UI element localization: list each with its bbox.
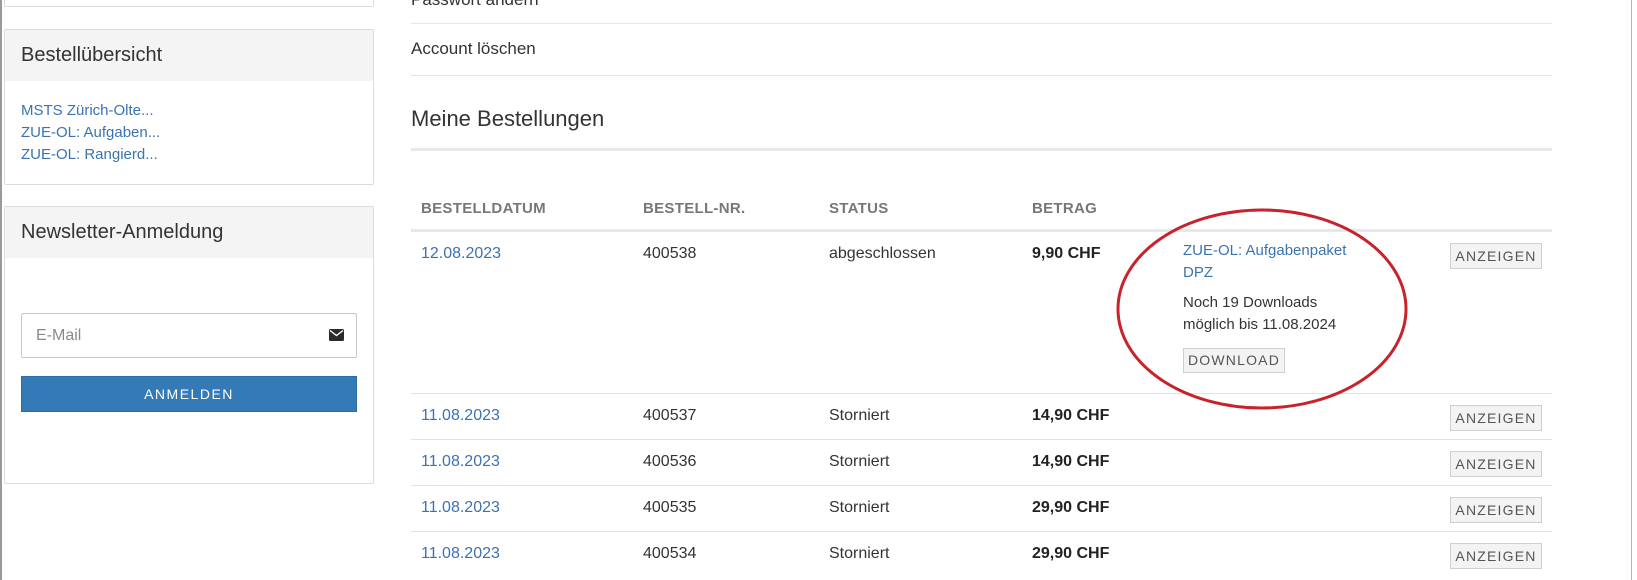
order-link-msts[interactable]: MSTS Zürich-Olte... bbox=[21, 100, 357, 122]
order-link-aufgaben[interactable]: ZUE-OL: Aufgaben... bbox=[21, 122, 357, 144]
order-amount: 29,90 CHF bbox=[1032, 499, 1110, 516]
order-date[interactable]: 12.08.2023 bbox=[421, 245, 501, 263]
show-order-button[interactable]: ANZEIGEN bbox=[1450, 451, 1542, 477]
table-row: 11.08.2023 400536 Storniert 14,90 CHF AN… bbox=[411, 440, 1552, 486]
order-overview-panel: Bestellübersicht MSTS Zürich-Olte... ZUE… bbox=[4, 29, 374, 185]
email-field[interactable] bbox=[22, 314, 312, 357]
table-row: 11.08.2023 400537 Storniert 14,90 CHF AN… bbox=[411, 394, 1552, 440]
show-order-button[interactable]: ANZEIGEN bbox=[1450, 405, 1542, 431]
table-row: 11.08.2023 400534 Storniert 29,90 CHF AN… bbox=[411, 532, 1552, 578]
orders-title: Meine Bestellungen bbox=[411, 106, 605, 131]
order-date[interactable]: 11.08.2023 bbox=[421, 545, 500, 563]
download-info: Noch 19 Downloads möglich bis 11.08.2024 bbox=[1183, 294, 1337, 333]
menu-change-password[interactable]: Passwort ändern bbox=[411, 0, 1552, 24]
order-amount: 14,90 CHF bbox=[1032, 407, 1110, 424]
order-number: 400535 bbox=[643, 499, 697, 516]
order-amount: 9,90 CHF bbox=[1032, 245, 1101, 262]
orders-title-divider bbox=[411, 148, 1552, 151]
order-number: 400536 bbox=[643, 453, 697, 470]
envelope-icon bbox=[329, 329, 344, 341]
download-button[interactable]: DOWNLOAD bbox=[1183, 348, 1285, 373]
sidebar-panel-top-cutoff bbox=[4, 0, 374, 7]
order-link-rangierd[interactable]: ZUE-OL: Rangierd... bbox=[21, 144, 357, 166]
email-field-wrapper bbox=[21, 313, 357, 358]
order-status: abgeschlossen bbox=[829, 245, 936, 262]
newsletter-panel: Newsletter-Anmeldung ANMELDEN bbox=[4, 206, 374, 484]
order-number: 400537 bbox=[643, 407, 697, 424]
order-date[interactable]: 11.08.2023 bbox=[421, 499, 500, 517]
order-status: Storniert bbox=[829, 407, 890, 424]
order-amount: 14,90 CHF bbox=[1032, 453, 1110, 470]
order-date[interactable]: 11.08.2023 bbox=[421, 407, 500, 425]
order-status: Storniert bbox=[829, 499, 890, 516]
newsletter-title: Newsletter-Anmeldung bbox=[5, 207, 373, 258]
column-header-amount[interactable]: BETRAG bbox=[1032, 200, 1097, 217]
show-order-button[interactable]: ANZEIGEN bbox=[1450, 543, 1542, 569]
subscribe-button[interactable]: ANMELDEN bbox=[21, 376, 357, 412]
order-overview-title: Bestellübersicht bbox=[5, 30, 373, 81]
column-header-status[interactable]: STATUS bbox=[829, 200, 889, 217]
order-status: Storniert bbox=[829, 453, 890, 470]
column-header-number[interactable]: BESTELL-NR. bbox=[643, 200, 745, 217]
column-header-date[interactable]: BESTELLDATUM bbox=[421, 200, 546, 217]
window-left-edge bbox=[0, 0, 2, 580]
show-order-button[interactable]: ANZEIGEN bbox=[1450, 497, 1542, 523]
show-order-button[interactable]: ANZEIGEN bbox=[1450, 243, 1542, 269]
page-right-edge bbox=[1631, 0, 1632, 580]
menu-delete-account[interactable]: Account löschen bbox=[411, 24, 1552, 76]
product-link[interactable]: ZUE-OL: Aufgabenpaket DPZ bbox=[1183, 240, 1373, 284]
order-number: 400534 bbox=[643, 545, 697, 562]
order-overview-links: MSTS Zürich-Olte... ZUE-OL: Aufgaben... … bbox=[5, 81, 373, 166]
order-number: 400538 bbox=[643, 245, 697, 262]
order-amount: 29,90 CHF bbox=[1032, 545, 1110, 562]
order-status: Storniert bbox=[829, 545, 890, 562]
table-row: 11.08.2023 400535 Storniert 29,90 CHF AN… bbox=[411, 486, 1552, 532]
order-date[interactable]: 11.08.2023 bbox=[421, 453, 500, 471]
table-row: 12.08.2023 400538 abgeschlossen 9,90 CHF… bbox=[411, 232, 1552, 394]
